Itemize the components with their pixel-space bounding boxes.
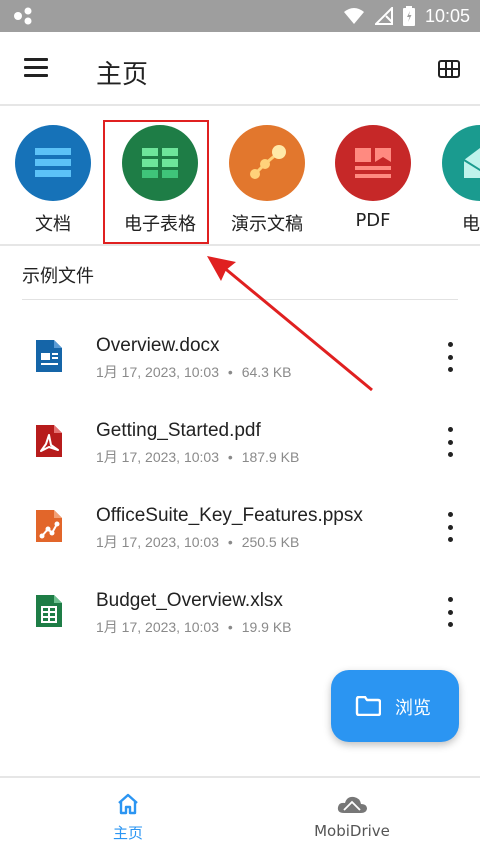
browse-label: 浏览 bbox=[395, 698, 431, 719]
category-label: 电子 bbox=[462, 214, 480, 235]
file-date: 1月 17, 2023, 10:03 bbox=[96, 364, 219, 380]
file-list-item[interactable]: Getting_Started.pdf 1月 17, 2023, 10:03 •… bbox=[0, 420, 480, 507]
cloud-icon bbox=[337, 796, 367, 813]
docx-file-icon bbox=[36, 340, 62, 372]
pdf-icon bbox=[335, 125, 411, 201]
nav-mobidrive[interactable]: MobiDrive bbox=[272, 778, 432, 853]
file-meta: 1月 17, 2023, 10:03 • 250.5 KB bbox=[96, 532, 299, 552]
category-email[interactable]: 电子 bbox=[430, 108, 480, 244]
pdf-file-icon bbox=[36, 425, 62, 457]
browse-button[interactable]: 浏览 bbox=[331, 670, 459, 742]
page-title: 主页 bbox=[96, 60, 149, 90]
app-bar: 主页 bbox=[0, 32, 480, 106]
file-name: Getting_Started.pdf bbox=[96, 420, 261, 441]
category-label: PDF bbox=[355, 210, 391, 231]
category-row[interactable]: 文档 电子表格 演示文稿 PDF 电 bbox=[0, 108, 480, 246]
file-name: OfficeSuite_Key_Features.ppsx bbox=[96, 505, 363, 526]
signal-icon bbox=[374, 7, 393, 25]
home-icon bbox=[118, 793, 138, 815]
file-size: 19.9 KB bbox=[241, 619, 292, 635]
category-label: 文档 bbox=[35, 214, 71, 235]
app-notification-icon bbox=[14, 7, 32, 25]
file-meta: 1月 17, 2023, 10:03 • 64.3 KB bbox=[96, 362, 292, 382]
meta-separator: • bbox=[227, 619, 233, 635]
file-date: 1月 17, 2023, 10:03 bbox=[96, 534, 219, 550]
category-pdf[interactable]: PDF bbox=[323, 108, 423, 244]
category-label: 电子表格 bbox=[124, 214, 196, 235]
file-meta: 1月 17, 2023, 10:03 • 19.9 KB bbox=[96, 617, 292, 637]
menu-icon-line bbox=[24, 74, 48, 77]
file-list-item[interactable]: Budget_Overview.xlsx 1月 17, 2023, 10:03 … bbox=[0, 590, 480, 677]
wifi-icon bbox=[343, 8, 364, 24]
meta-separator: • bbox=[227, 534, 233, 550]
ppsx-file-icon bbox=[36, 510, 62, 542]
category-documents[interactable]: 文档 bbox=[3, 108, 103, 244]
document-icon bbox=[15, 125, 91, 201]
category-label: 演示文稿 bbox=[231, 214, 303, 235]
nav-home[interactable]: 主页 bbox=[48, 778, 208, 853]
nav-mobidrive-label: MobiDrive bbox=[314, 822, 390, 840]
presentation-icon bbox=[229, 125, 305, 201]
more-options-button[interactable] bbox=[440, 427, 460, 457]
category-presentations[interactable]: 演示文稿 bbox=[217, 108, 317, 244]
section-divider bbox=[22, 299, 458, 300]
meta-separator: • bbox=[227, 364, 233, 380]
more-options-button[interactable] bbox=[440, 597, 460, 627]
meta-separator: • bbox=[227, 449, 233, 465]
more-options-button[interactable] bbox=[440, 512, 460, 542]
menu-button[interactable] bbox=[24, 58, 50, 78]
file-date: 1月 17, 2023, 10:03 bbox=[96, 619, 219, 635]
menu-icon-line bbox=[24, 58, 48, 61]
more-options-button[interactable] bbox=[440, 342, 460, 372]
file-date: 1月 17, 2023, 10:03 bbox=[96, 449, 219, 465]
file-list-item[interactable]: OfficeSuite_Key_Features.ppsx 1月 17, 202… bbox=[0, 505, 480, 592]
status-bar: 10:05 bbox=[0, 0, 480, 32]
section-title: 示例文件 bbox=[22, 266, 94, 287]
menu-icon-line bbox=[24, 66, 48, 69]
email-icon bbox=[442, 125, 480, 201]
xlsx-file-icon bbox=[36, 595, 62, 627]
file-size: 187.9 KB bbox=[241, 449, 300, 465]
status-time: 10:05 bbox=[424, 5, 470, 26]
spreadsheet-icon bbox=[122, 125, 198, 201]
nav-home-label: 主页 bbox=[112, 824, 143, 842]
folder-icon bbox=[355, 696, 381, 716]
file-size: 250.5 KB bbox=[241, 534, 300, 550]
category-spreadsheets[interactable]: 电子表格 bbox=[110, 108, 210, 244]
file-name: Overview.docx bbox=[96, 335, 220, 356]
grid-view-icon[interactable] bbox=[438, 60, 460, 78]
file-meta: 1月 17, 2023, 10:03 • 187.9 KB bbox=[96, 447, 299, 467]
bottom-nav: 主页 MobiDrive bbox=[0, 776, 480, 853]
file-list-item[interactable]: Overview.docx 1月 17, 2023, 10:03 • 64.3 … bbox=[0, 335, 480, 422]
file-size: 64.3 KB bbox=[241, 364, 292, 380]
battery-icon bbox=[402, 6, 415, 26]
file-name: Budget_Overview.xlsx bbox=[96, 590, 283, 611]
